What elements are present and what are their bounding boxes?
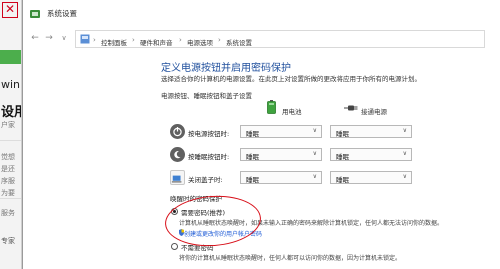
chevron-down-icon: ∨ [402, 127, 407, 134]
battery-icon [267, 100, 276, 114]
power-button-plugged-select[interactable]: 睡眠 ∨ [330, 125, 412, 138]
address-box[interactable]: › 控制面板 › 硬件和声音 › 电源选项 › 系统设置 [75, 30, 485, 48]
chevron-down-icon: ∨ [312, 150, 317, 157]
plugged-column-header: 接通电源 [361, 108, 387, 116]
power-options-icon [30, 10, 40, 18]
lid-close-battery-select[interactable]: 睡眠 ∨ [240, 171, 322, 184]
forward-button[interactable]: → [43, 33, 55, 44]
page-title: 定义电源按钮并启用密码保护 [161, 63, 291, 74]
window-title: 系统设置 [47, 9, 77, 18]
select-value: 睡眠 [246, 153, 259, 161]
background-divider [0, 198, 21, 199]
background-text-small: 序服 [1, 177, 15, 185]
power-button-label: 按电源按钮时: [188, 130, 230, 138]
power-button-battery-select[interactable]: 睡眠 ∨ [240, 125, 322, 138]
chevron-down-icon: ∨ [312, 173, 317, 180]
no-password-radio[interactable] [171, 243, 178, 250]
breadcrumb-separator: › [93, 36, 96, 44]
system-settings-window: 系统设置 ← → ∨ › 控制面板 › 硬件和声音 › 电源选项 › 系统设置 … [22, 0, 500, 269]
breadcrumb-separator: › [132, 36, 135, 44]
select-value: 睡眠 [336, 176, 349, 184]
breadcrumb-hardware-sound[interactable]: 硬件和声音 [140, 37, 173, 47]
background-banner [0, 50, 21, 64]
back-button[interactable]: ← [29, 33, 41, 44]
address-bar: ← → ∨ › 控制面板 › 硬件和声音 › 电源选项 › 系统设置 [23, 28, 500, 50]
background-text-4: 专家 [1, 237, 15, 245]
battery-column-header: 用电池 [282, 108, 302, 116]
title-bar[interactable]: 系统设置 [23, 0, 500, 28]
chevron-down-icon: ∨ [402, 173, 407, 180]
select-value: 睡眠 [336, 130, 349, 138]
lid-close-label: 关闭盖子时: [188, 176, 223, 184]
content-pane: 定义电源按钮并启用密码保护 选择适合你的计算机的电源设置。在此页上对设置所做的更… [23, 50, 500, 269]
background-text-small: 户家 [1, 121, 15, 129]
background-page: ✕ win1 设用 户家 觉想 是还 序服 为要 服务 专家 [0, 0, 22, 269]
select-value: 睡眠 [336, 153, 349, 161]
breadcrumb-control-panel[interactable]: 控制面板 [101, 37, 127, 47]
select-value: 睡眠 [246, 130, 259, 138]
breadcrumb-separator: › [179, 36, 182, 44]
background-text-2: 设用 [1, 105, 21, 120]
chevron-down-icon: ∨ [402, 150, 407, 157]
breadcrumb-system-settings[interactable]: 系统设置 [226, 37, 252, 47]
lid-close-plugged-select[interactable]: 睡眠 ∨ [330, 171, 412, 184]
control-panel-icon [80, 34, 90, 44]
select-value: 睡眠 [246, 176, 259, 184]
plug-icon [344, 105, 358, 111]
lid-icon [170, 170, 185, 185]
background-text-small: 为要 [1, 189, 15, 197]
background-divider [0, 140, 21, 141]
power-icon [170, 124, 185, 139]
no-password-description: 将你的计算机从睡眠状态唤醒时，任何人都可以访问你的数据，因为计算机未锁定。 [179, 255, 402, 262]
chevron-down-icon: ∨ [312, 127, 317, 134]
page-description: 选择适合你的计算机的电源设置。在此页上对设置所做的更改将应用于你所有的电源计划。 [161, 75, 421, 83]
background-text-small: 是还 [1, 165, 15, 173]
recent-locations-button[interactable]: ∨ [58, 33, 70, 44]
sleep-button-plugged-select[interactable]: 睡眠 ∨ [330, 148, 412, 161]
breadcrumb-power-options[interactable]: 电源选项 [187, 37, 213, 47]
sleep-button-label: 按睡眠按钮时: [188, 153, 230, 161]
sleep-icon [170, 147, 185, 162]
close-icon: ✕ [2, 2, 18, 18]
background-text-small: 觉想 [1, 153, 15, 161]
background-text-1: win1 [1, 78, 21, 91]
background-text-small: 服务 [1, 209, 15, 217]
section-title: 电源按钮、睡眠按钮和盖子设置 [161, 92, 252, 100]
sleep-button-battery-select[interactable]: 睡眠 ∨ [240, 148, 322, 161]
breadcrumb-separator: › [218, 36, 221, 44]
